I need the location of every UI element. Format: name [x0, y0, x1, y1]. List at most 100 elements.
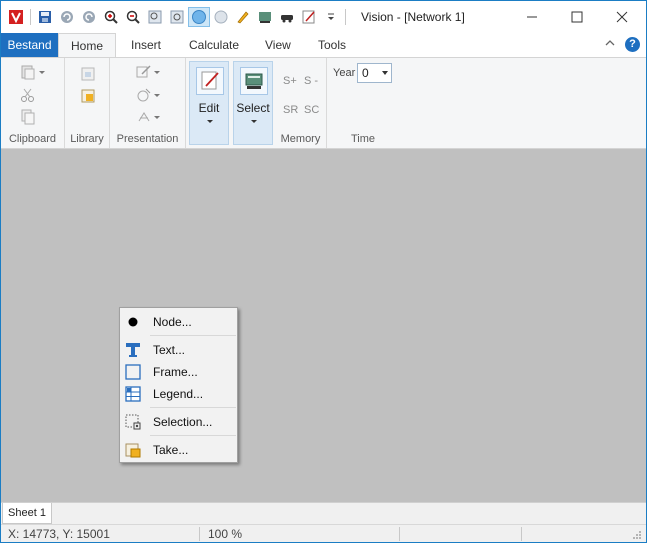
- tab-home[interactable]: Home: [58, 33, 116, 58]
- edit-dropdown-icon: [207, 120, 213, 123]
- menu-item-selection[interactable]: Selection...: [122, 411, 235, 433]
- collapse-ribbon-icon[interactable]: [604, 37, 616, 51]
- menu-item-node[interactable]: Node...: [122, 311, 235, 333]
- library-add-icon[interactable]: [80, 66, 96, 82]
- ribbon-home: Clipboard Library Presentation Edit Sele…: [1, 57, 646, 149]
- select-label: Select: [236, 101, 270, 115]
- tab-bestand[interactable]: Bestand: [1, 33, 58, 57]
- group-library: Library: [65, 58, 110, 148]
- memory-clear[interactable]: SC: [304, 104, 319, 116]
- group-presentation: Presentation: [110, 58, 186, 148]
- tab-calculate[interactable]: Calculate: [179, 33, 249, 57]
- year-label: Year: [333, 67, 356, 79]
- sphere-icon[interactable]: [188, 7, 210, 27]
- report-icon[interactable]: [254, 7, 276, 27]
- circle-icon[interactable]: [210, 7, 232, 27]
- edit-button[interactable]: Edit: [189, 61, 229, 145]
- tab-view[interactable]: View: [255, 33, 301, 57]
- status-bar: X: 14773, Y: 15001 100 %: [1, 524, 646, 542]
- edit-icon: [196, 67, 224, 95]
- menu-item-label: Selection...: [153, 415, 213, 429]
- minimize-button[interactable]: [509, 1, 555, 33]
- zoom-out-icon[interactable]: [122, 7, 144, 27]
- tab-tools[interactable]: Tools: [308, 33, 356, 57]
- menu-separator: [150, 407, 236, 408]
- close-icon: [616, 11, 628, 23]
- car-icon[interactable]: [276, 7, 298, 27]
- select-button[interactable]: Select: [233, 61, 273, 145]
- transform-dropdown-icon[interactable]: [154, 116, 160, 119]
- status-divider: [521, 527, 522, 541]
- legend-icon: [125, 386, 141, 402]
- customize-dropdown-icon[interactable]: [320, 7, 342, 27]
- resize-grip-icon[interactable]: [632, 529, 642, 539]
- group-label-time: Time: [350, 133, 376, 145]
- group-label-clipboard: Clipboard: [8, 133, 57, 145]
- zoom-in-icon[interactable]: [100, 7, 122, 27]
- save-icon[interactable]: [34, 7, 56, 27]
- select-icon: [240, 67, 268, 95]
- selection-icon: [125, 414, 141, 430]
- help-icon[interactable]: ?: [625, 37, 640, 52]
- menu-item-label: Text...: [153, 343, 186, 357]
- cut-icon[interactable]: [20, 87, 36, 103]
- undo-icon[interactable]: [56, 7, 78, 27]
- maximize-icon: [571, 11, 583, 23]
- frame-icon: [125, 364, 141, 380]
- menu-item-legend[interactable]: Legend...: [122, 383, 235, 405]
- network-canvas[interactable]: [1, 149, 646, 502]
- memory-recall[interactable]: SR: [283, 104, 298, 116]
- menu-item-take[interactable]: Take...: [122, 439, 235, 461]
- ribbon-tabs: Bestand Home Insert Calculate View Tools: [1, 33, 646, 58]
- group-label-presentation: Presentation: [116, 133, 179, 145]
- transform-icon[interactable]: [136, 109, 152, 125]
- library-open-icon[interactable]: [80, 88, 96, 104]
- close-button[interactable]: [599, 1, 645, 33]
- year-value: 0: [362, 66, 369, 80]
- text-icon: [125, 342, 141, 358]
- memory-store-add[interactable]: S+: [283, 75, 297, 87]
- menu-item-text[interactable]: Text...: [122, 339, 235, 361]
- memory-store-subtract[interactable]: S -: [304, 75, 318, 87]
- shape-style-dropdown-icon[interactable]: [154, 94, 160, 97]
- app-logo-icon[interactable]: [5, 7, 27, 27]
- maximize-button[interactable]: [554, 1, 600, 33]
- paste-icon[interactable]: [20, 64, 36, 80]
- group-clipboard: Clipboard: [1, 58, 65, 148]
- status-divider: [199, 527, 200, 541]
- style-edit-dropdown-icon[interactable]: [154, 71, 160, 74]
- shape-style-icon[interactable]: [136, 87, 152, 103]
- group-label-memory: Memory: [280, 133, 321, 145]
- copy-icon[interactable]: [20, 109, 36, 125]
- menu-item-frame[interactable]: Frame...: [122, 361, 235, 383]
- zoom-fit-icon[interactable]: [166, 7, 188, 27]
- zoom-window-icon[interactable]: [144, 7, 166, 27]
- menu-item-label: Node...: [153, 315, 192, 329]
- sheet-tabs: Sheet 1: [1, 502, 646, 524]
- edit-note-icon[interactable]: [298, 7, 320, 27]
- menu-item-label: Frame...: [153, 365, 198, 379]
- year-dropdown-icon: [382, 71, 388, 75]
- context-menu: Node... Text... Frame... Legend... Selec…: [119, 307, 238, 463]
- menu-separator: [150, 335, 236, 336]
- status-divider: [399, 527, 400, 541]
- redo-icon[interactable]: [78, 7, 100, 27]
- pencil-icon[interactable]: [232, 7, 254, 27]
- toolbar-separator: [345, 9, 346, 25]
- year-select[interactable]: 0: [357, 63, 392, 83]
- paste-dropdown-icon[interactable]: [39, 71, 45, 74]
- sheet-tab-1[interactable]: Sheet 1: [2, 503, 52, 524]
- node-bullet-icon: [125, 314, 141, 330]
- menu-item-label: Take...: [153, 443, 189, 457]
- tab-insert[interactable]: Insert: [121, 33, 171, 57]
- menu-separator: [150, 435, 236, 436]
- select-dropdown-icon: [251, 120, 257, 123]
- group-label-library: Library: [70, 133, 104, 145]
- minimize-icon: [527, 16, 537, 18]
- title-bar: Vision - [Network 1]: [1, 1, 646, 33]
- edit-label: Edit: [198, 101, 220, 115]
- style-edit-icon[interactable]: [136, 64, 152, 80]
- toolbar-separator: [30, 9, 31, 25]
- quick-access-toolbar: [5, 7, 349, 27]
- group-memory: S+ S - SR SC Memory: [275, 58, 327, 148]
